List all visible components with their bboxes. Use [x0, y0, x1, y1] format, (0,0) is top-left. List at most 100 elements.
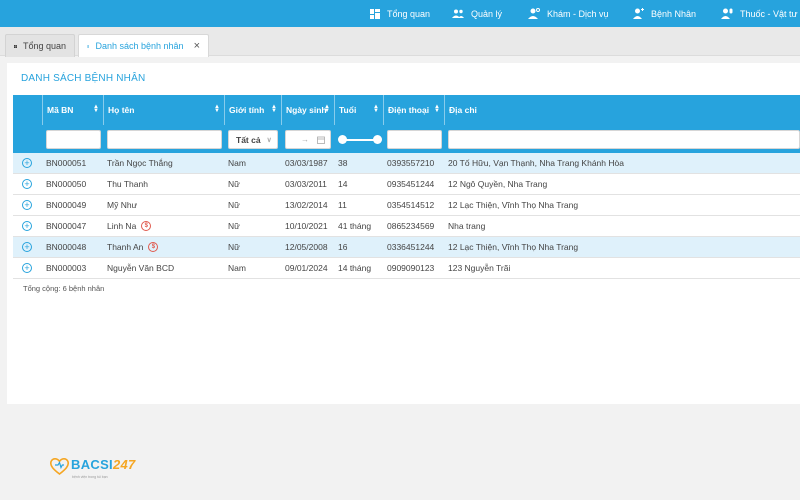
sort-icon[interactable]: ▲ ▼	[271, 104, 277, 114]
expand-icon[interactable]: +	[22, 221, 32, 231]
nav-item-exam-service[interactable]: Khám - Dịch vụ	[528, 0, 609, 27]
nav-item-management[interactable]: Quản lý	[452, 0, 502, 27]
table-row[interactable]: + BN000051 Trần Ngọc Thắng Nam 03/03/198…	[13, 153, 800, 174]
cell-gender: Nữ	[228, 179, 240, 189]
cell-phone: 0393557210	[387, 158, 435, 168]
age-slider-handle-min[interactable]	[338, 135, 347, 144]
table-row[interactable]: + BN000050 Thu Thanh Nữ 03/03/2011 14 09…	[13, 174, 800, 195]
tab-overview[interactable]: Tổng quan	[5, 34, 75, 57]
sort-icon[interactable]: ▲ ▼	[434, 104, 440, 114]
filter-address-input[interactable]	[448, 130, 800, 149]
doctor-icon	[528, 8, 540, 19]
age-range-slider-track	[342, 139, 377, 141]
tab-label: Tổng quan	[22, 41, 66, 51]
cell-gender: Nữ	[228, 221, 240, 231]
nav-item-label: Khám - Dịch vụ	[547, 8, 609, 19]
cell-id: BN000049	[46, 200, 87, 210]
column-header-id[interactable]: Mã BN ▲ ▼	[42, 95, 103, 125]
expand-icon[interactable]: +	[22, 263, 32, 273]
column-header-phone[interactable]: Điện thoại ▲ ▼	[383, 95, 444, 125]
cell-age: 41 tháng	[338, 221, 372, 231]
cell-age: 14 tháng	[338, 263, 372, 273]
dashboard-icon	[370, 8, 380, 19]
cell-phone: 0909090123	[387, 263, 435, 273]
nav-item-label: Bệnh Nhân	[651, 8, 697, 19]
table-row[interactable]: + BN000047 Linh Na $ Nữ 10/10/2021 41 thá…	[13, 216, 800, 237]
table-header: Mã BN ▲ ▼ Họ tên ▲ ▼ Giới tính ▲ ▼ Ngày sin…	[13, 95, 800, 125]
cell-name: Trần Ngọc Thắng	[107, 158, 173, 168]
cell-dob: 12/05/2008	[285, 242, 328, 252]
cell-phone: 0354514512	[387, 200, 435, 210]
cell-id: BN000050	[46, 179, 87, 189]
payment-badge-icon: $	[141, 221, 152, 231]
cell-age: 16	[338, 242, 348, 252]
cell-id: BN000048	[46, 242, 87, 252]
cell-age: 38	[338, 158, 348, 168]
cell-phone: 0336451244	[387, 242, 435, 252]
filter-dob-range[interactable]: →	[285, 130, 331, 149]
cell-gender: Nữ	[228, 200, 240, 210]
sort-icon[interactable]: ▲ ▼	[324, 104, 330, 114]
column-header-name[interactable]: Họ tên ▲ ▼	[103, 95, 224, 125]
table-row[interactable]: + BN000048 Thanh An $ Nữ 12/05/2008 16 03…	[13, 237, 800, 258]
nav-item-label: Thuốc - Vật tư	[740, 8, 798, 19]
sort-icon[interactable]: ▲ ▼	[373, 104, 379, 114]
filter-id-input[interactable]	[46, 130, 101, 149]
cell-address: Nha trang	[448, 221, 486, 231]
cell-phone: 0935451244	[387, 179, 435, 189]
table-row[interactable]: + BN000049 Mỹ Như Nữ 13/02/2014 11 03545…	[13, 195, 800, 216]
column-header-address[interactable]: Địa chỉ	[444, 95, 800, 125]
age-slider-handle-max[interactable]	[373, 135, 382, 144]
cell-name: Nguyễn Văn BCD	[107, 263, 175, 273]
cell-name: Mỹ Như	[107, 200, 138, 210]
expand-icon[interactable]: +	[22, 200, 32, 210]
cell-address: 12 Lạc Thiện, Vĩnh Thọ Nha Trang	[448, 200, 579, 210]
filter-phone-input[interactable]	[387, 130, 442, 149]
column-header-gender[interactable]: Giới tính ▲ ▼	[224, 95, 281, 125]
cell-dob: 09/01/2024	[285, 263, 328, 273]
sort-icon[interactable]: ▲ ▼	[93, 104, 99, 114]
medicine-icon	[721, 8, 733, 19]
expand-icon[interactable]: +	[22, 179, 32, 189]
nav-item-overview[interactable]: Tổng quan	[370, 0, 430, 27]
cell-name: Linh Na $	[103, 216, 152, 236]
nav-item-patients[interactable]: Bệnh Nhân	[633, 0, 696, 27]
column-header-age[interactable]: Tuổi ▲ ▼	[334, 95, 383, 125]
cell-dob: 13/02/2014	[285, 200, 328, 210]
nav-item-medicine[interactable]: Thuốc - Vật tư	[721, 0, 798, 27]
cell-gender: Nữ	[228, 242, 240, 252]
cell-age: 11	[338, 200, 347, 210]
filter-name-input[interactable]	[107, 130, 222, 149]
cell-dob: 10/10/2021	[285, 221, 328, 231]
cell-name: Thanh An $	[103, 237, 159, 257]
nav-item-label: Tổng quan	[387, 8, 431, 19]
column-header-dob[interactable]: Ngày sinh ▲ ▼	[281, 95, 334, 125]
cell-address: 12 Lạc Thiện, Vĩnh Thọ Nha Trang	[448, 242, 579, 252]
patient-list-panel: DANH SÁCH BỆNH NHÂN Mã BN ▲ ▼ Họ tên ▲ ▼ G…	[7, 63, 800, 404]
cell-gender: Nam	[228, 158, 246, 168]
expand-icon[interactable]: +	[22, 242, 32, 252]
tab-label: Danh sách bệnh nhân	[95, 41, 184, 51]
sort-icon[interactable]: ▲ ▼	[214, 104, 220, 114]
nav-item-label: Quản lý	[471, 8, 503, 19]
calendar-icon	[317, 136, 325, 144]
dashboard-icon	[14, 44, 17, 48]
cell-dob: 03/03/1987	[285, 158, 328, 168]
bacsi247-logo: BACSI247 bệnh viện trong túi bạn	[50, 458, 136, 479]
cell-id: BN000051	[46, 158, 87, 168]
users-icon	[452, 9, 464, 18]
top-navigation-bar: Tổng quan Quản lý Khám - Dịch vụ Bệnh Nh…	[0, 0, 800, 27]
tab-patient-list[interactable]: Danh sách bệnh nhân ×	[78, 34, 209, 57]
payment-badge-icon: $	[148, 242, 159, 252]
list-icon	[87, 44, 90, 48]
cell-age: 14	[338, 179, 348, 189]
heart-logo-icon	[50, 458, 69, 475]
expand-icon[interactable]: +	[22, 158, 32, 168]
cell-address: 12 Ngô Quyền, Nha Trang	[448, 179, 548, 189]
cell-dob: 03/03/2011	[285, 179, 327, 189]
cell-id: BN000047	[46, 221, 87, 231]
table-row[interactable]: + BN000003 Nguyễn Văn BCD Nam 09/01/2024…	[13, 258, 800, 279]
filter-gender-select[interactable]: Tất cả ∨	[228, 130, 278, 149]
close-icon[interactable]: ×	[194, 40, 200, 52]
total-count: Tổng cộng: 6 bệnh nhân	[23, 284, 105, 293]
